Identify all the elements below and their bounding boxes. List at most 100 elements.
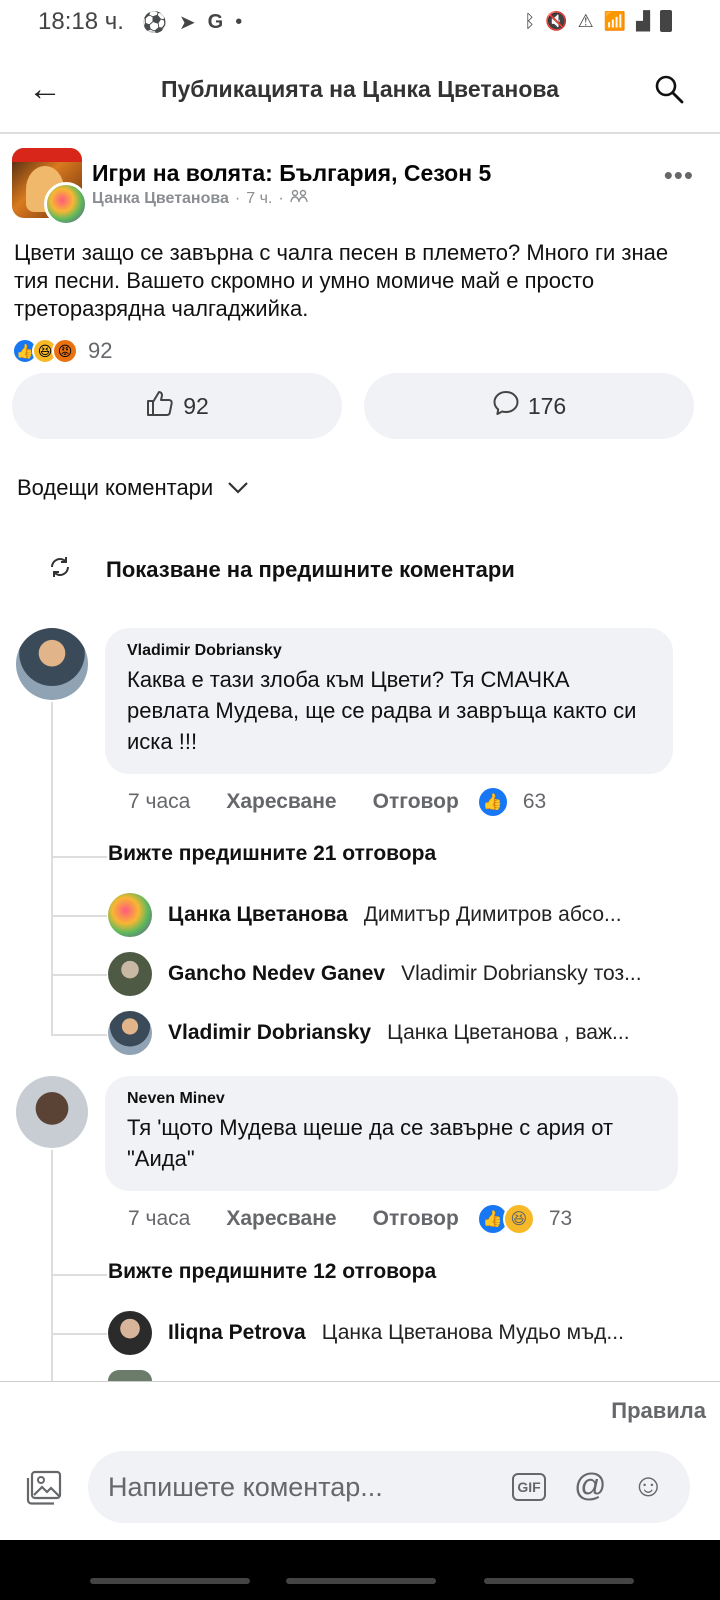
see-previous-replies[interactable]: Вижте предишните 12 отговора — [108, 1260, 436, 1284]
reply-text: Цанка Цветанова , важ... — [387, 1021, 630, 1044]
meta-separator: · — [278, 189, 284, 207]
status-time: 18:18 ч. — [38, 8, 124, 35]
google-icon: G — [207, 11, 224, 33]
nav-home-button[interactable] — [286, 1578, 436, 1584]
comment-author[interactable]: Vladimir Dobriansky — [127, 642, 651, 660]
gif-icon[interactable]: GIF — [512, 1473, 546, 1501]
commenter-avatar[interactable] — [16, 628, 88, 700]
group-privacy-icon — [289, 189, 308, 208]
like-reaction-icon: 👍 — [476, 786, 509, 818]
bluetooth-icon: ᛒ — [524, 10, 536, 31]
comment-input[interactable] — [108, 1451, 488, 1523]
reply-item[interactable]: Iliqna Petrova Цанка Цветанова Мудьо мъд… — [108, 1311, 683, 1355]
reply-avatar[interactable] — [108, 1370, 152, 1381]
status-bar: 18:18 ч. ⚽ ➤ G • ᛒ 🔇 ⚠ 📶 ▟ — [0, 0, 720, 48]
comment-reaction-count[interactable]: 73 — [549, 1207, 572, 1231]
see-previous-replies[interactable]: Вижте предишните 21 отговора — [108, 842, 436, 866]
thread-branch — [53, 1274, 107, 1276]
comment-button[interactable]: 176 — [364, 373, 694, 439]
reply-author[interactable]: Vladimir Dobriansky — [168, 1021, 371, 1045]
author-avatar[interactable] — [44, 182, 88, 226]
thread-line — [51, 702, 53, 1036]
mention-icon[interactable]: @ — [574, 1467, 606, 1504]
mute-icon: 🔇 — [545, 10, 568, 31]
signal-icon: ▟ — [636, 10, 650, 31]
angry-reaction-icon: 😡 — [52, 338, 78, 364]
reply-text: Цанка Цветанова Мудьо мъд... — [321, 1321, 624, 1344]
reply-item[interactable]: Vladimir Dobriansky Цанка Цветанова , ва… — [108, 1011, 683, 1055]
battery-saver-icon: ⚠ — [577, 10, 594, 31]
post-author[interactable]: Цанка Цветанова — [92, 190, 229, 208]
reply-text: Димитър Димитров абсо... — [363, 903, 622, 926]
reply-item[interactable]: Цанка Цветанова Димитър Димитров абсо... — [108, 893, 683, 937]
rules-link[interactable]: Правила — [611, 1398, 706, 1424]
comment-actions: 7 часа Харесване Отговор 👍 63 — [128, 786, 546, 818]
refresh-icon — [48, 555, 72, 585]
reply-avatar[interactable] — [108, 952, 152, 996]
battery-icon — [660, 10, 672, 32]
comment-time[interactable]: 7 часа — [128, 790, 190, 814]
reply-text: Vladimir Dobriansky тоз... — [401, 962, 642, 985]
chevron-down-icon — [227, 475, 249, 501]
commenter-avatar[interactable] — [16, 1076, 88, 1148]
comment-reaction-count[interactable]: 63 — [523, 790, 546, 814]
comment-count: 176 — [527, 392, 567, 419]
show-previous-comments[interactable]: Показване на предишните коментари — [48, 555, 515, 585]
thread-line — [51, 1150, 53, 1381]
thread-branch — [53, 974, 107, 976]
wifi-icon: 📶 — [603, 10, 627, 31]
like-count: 92 — [183, 392, 209, 419]
nav-recent-button[interactable] — [90, 1578, 250, 1584]
comment-composer[interactable]: GIF @ ☺ — [88, 1451, 690, 1523]
haha-reaction-icon: 😆 — [502, 1203, 535, 1235]
thread-branch — [53, 1333, 107, 1335]
group-name[interactable]: Игри на волята: България, Сезон 5 — [92, 160, 491, 187]
post-time[interactable]: 7 ч. — [246, 190, 272, 208]
sort-label: Водещи коментари — [17, 475, 214, 500]
thread-branch — [53, 856, 107, 858]
thread-branch — [53, 915, 107, 917]
comment-sort-dropdown[interactable]: Водещи коментари — [17, 475, 249, 501]
comment-time[interactable]: 7 часа — [128, 1207, 190, 1231]
back-arrow-icon[interactable]: ← — [28, 72, 62, 106]
comment-actions: 7 часа Харесване Отговор 👍 😆 73 — [128, 1203, 572, 1235]
post-meta: Цанка Цветанова · 7 ч. · — [92, 189, 308, 208]
page-title: Публикацията на Цанка Цветанова — [160, 76, 559, 102]
comment-bubble[interactable]: Neven Minev Тя 'щото Мудева щеше да се з… — [105, 1076, 678, 1191]
photo-icon[interactable] — [24, 1470, 64, 1511]
thread-branch — [53, 1034, 107, 1036]
emoji-icon[interactable]: ☺ — [632, 1467, 665, 1504]
telegram-icon: ➤ — [178, 12, 196, 34]
reply-avatar[interactable] — [108, 893, 152, 937]
comment-bubble-icon — [492, 389, 520, 423]
post-text: Цвети защо се завърна с чалга песен в пл… — [14, 240, 669, 321]
comment-text: Тя 'щото Мудева щеше да се завърне с ари… — [127, 1115, 614, 1171]
like-button[interactable]: 92 — [12, 373, 342, 439]
comment-bubble[interactable]: Vladimir Dobriansky Каква е тази злоба к… — [105, 628, 673, 774]
reply-author[interactable]: Iliqna Petrova — [168, 1321, 306, 1345]
thumbs-up-icon — [145, 389, 175, 423]
show-previous-comments-label: Показване на предишните коментари — [106, 557, 515, 582]
more-options-icon[interactable]: ••• — [664, 160, 694, 191]
system-nav-bar — [0, 1540, 720, 1600]
comment-author[interactable]: Neven Minev — [127, 1090, 656, 1108]
reply-item[interactable]: Gancho Nedev Ganev Vladimir Dobriansky т… — [108, 952, 683, 996]
comment-reply-button[interactable]: Отговор — [373, 1207, 459, 1231]
comment-like-button[interactable]: Харесване — [226, 1207, 336, 1231]
nav-back-button[interactable] — [484, 1578, 634, 1584]
status-left-icons: ⚽ ➤ G • — [142, 10, 242, 35]
search-icon[interactable] — [654, 74, 684, 109]
status-right-icons: ᛒ 🔇 ⚠ 📶 ▟ — [524, 10, 672, 32]
soccer-icon: ⚽ — [142, 12, 167, 34]
comment-text: Каква е тази злоба към Цвети? Тя СМАЧКА … — [127, 667, 637, 754]
reaction-summary[interactable]: 👍 😆 😡 92 — [12, 338, 112, 364]
reply-author[interactable]: Gancho Nedev Ganev — [168, 962, 385, 986]
comment-like-button[interactable]: Харесване — [226, 790, 336, 814]
top-bar: Публикацията на Цанка Цветанова ← — [0, 48, 720, 134]
meta-separator: · — [234, 189, 241, 207]
reply-avatar[interactable] — [108, 1011, 152, 1055]
reply-avatar[interactable] — [108, 1311, 152, 1355]
reply-author[interactable]: Цанка Цветанова — [168, 903, 348, 927]
reaction-count: 92 — [88, 338, 113, 363]
comment-reply-button[interactable]: Отговор — [373, 790, 459, 814]
